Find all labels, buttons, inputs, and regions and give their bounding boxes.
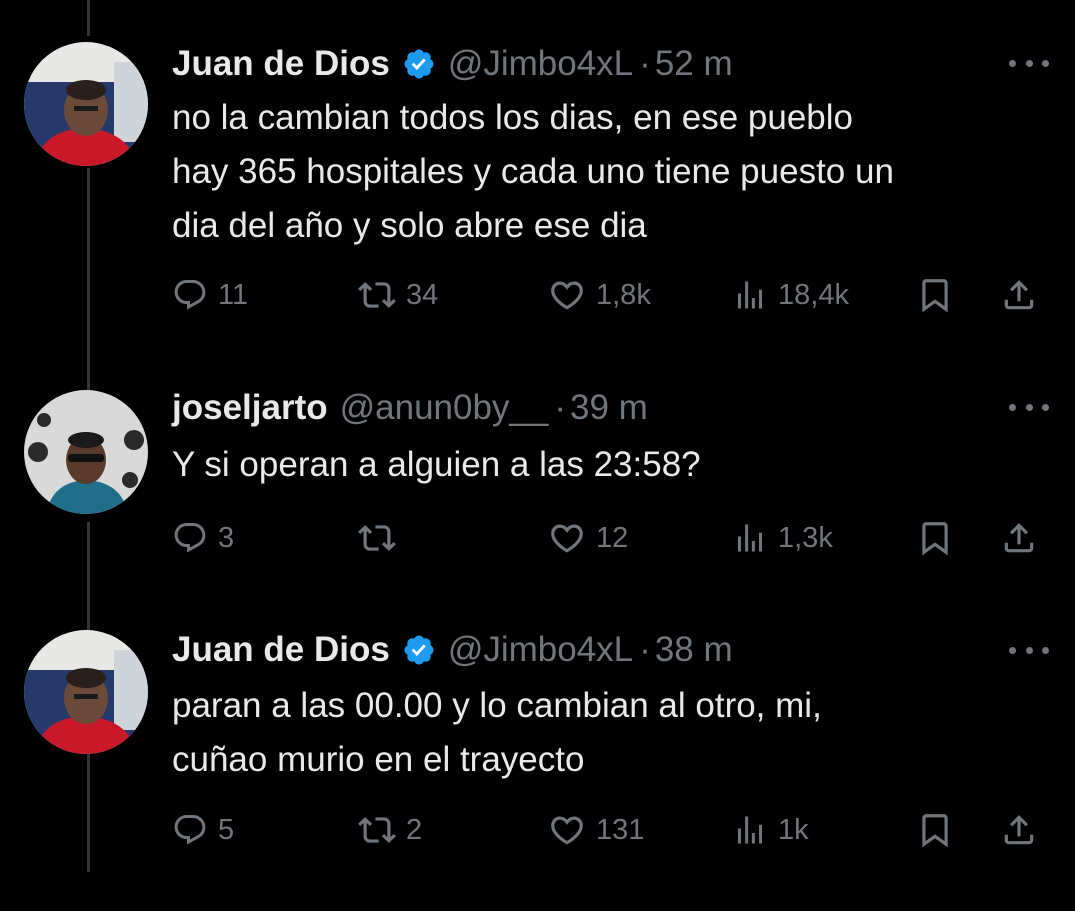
retweet-icon (358, 282, 396, 308)
author-name[interactable]: Juan de Dios (172, 44, 390, 84)
tweet-text-line: no la cambian todos los dias, en ese pue… (172, 98, 854, 137)
timestamp[interactable]: 39 m (570, 388, 648, 428)
tweet-text-line: Y si operan a alguien a las 23:58? (172, 445, 701, 484)
timestamp[interactable]: 52 m (655, 44, 733, 84)
reply-count: 11 (218, 278, 249, 311)
share-icon (1004, 815, 1034, 845)
heart-icon (551, 816, 583, 845)
verified-badge-icon (402, 47, 436, 81)
separator: · (639, 44, 651, 83)
tweet-text-line: paran a las 00.00 y lo cambian al otro, … (172, 686, 822, 725)
tweet-text-line: hay 365 hospitales y cada uno tiene pues… (172, 152, 894, 191)
author-name[interactable]: Juan de Dios (172, 630, 390, 670)
retweet-button[interactable]: 2 (358, 805, 422, 855)
views-count: 18,4k (778, 278, 849, 311)
avatar[interactable] (24, 630, 148, 754)
author-handle[interactable]: @Jimbo4xL (448, 44, 633, 84)
bookmark-button[interactable] (916, 805, 954, 855)
bookmark-icon (922, 522, 948, 556)
separator: · (554, 388, 567, 427)
share-icon (1004, 280, 1034, 310)
reply-button[interactable]: 11 (172, 270, 248, 320)
like-count: 12 (596, 521, 629, 554)
retweet-button[interactable] (358, 513, 406, 563)
heart-icon (551, 524, 583, 553)
timestamp[interactable]: 38 m (655, 630, 733, 670)
retweet-count: 34 (406, 278, 439, 311)
views-count: 1,3k (778, 521, 833, 554)
views-button[interactable]: 1,3k (732, 513, 833, 563)
tweet-text-line: dia del año y solo abre ese dia (172, 206, 647, 245)
author-name[interactable]: joseljarto (172, 388, 328, 428)
bookmark-button[interactable] (916, 270, 954, 320)
share-button[interactable] (1000, 805, 1038, 855)
more-icon[interactable] (1009, 401, 1049, 413)
share-button[interactable] (1000, 270, 1038, 320)
avatar[interactable] (24, 42, 148, 166)
like-button[interactable]: 131 (548, 805, 644, 855)
share-icon (1004, 523, 1034, 553)
retweet-button[interactable]: 34 (358, 270, 438, 320)
reply-count: 3 (218, 521, 235, 554)
like-count: 131 (596, 813, 645, 846)
tweet-actions: 5 2 131 1k (172, 805, 1052, 855)
bookmark-button[interactable] (916, 513, 954, 563)
tweet-header: joseljarto @anun0by__ · 39 m (172, 388, 648, 428)
views-icon (738, 281, 762, 309)
reply-button[interactable]: 5 (172, 805, 234, 855)
bookmark-icon (922, 279, 948, 313)
tweet[interactable]: joseljarto @anun0by__ · 39 m Y si operan… (0, 360, 1075, 600)
tweet-text: no la cambian todos los dias, en ese pue… (172, 91, 1052, 253)
reply-icon (174, 815, 206, 845)
reply-count: 5 (218, 813, 235, 846)
retweet-count: 2 (406, 813, 423, 846)
share-button[interactable] (1000, 513, 1038, 563)
heart-icon (551, 281, 583, 310)
tweet-actions: 11 34 1,8k 18,4k (172, 270, 1052, 320)
bookmark-icon (922, 814, 948, 848)
like-count: 1,8k (596, 278, 651, 311)
reply-icon (174, 523, 206, 553)
tweet-header: Juan de Dios @Jimbo4xL · 52 m (172, 44, 733, 84)
views-icon (738, 816, 762, 844)
tweet-text: Y si operan a alguien a las 23:58? (172, 438, 1052, 492)
more-icon[interactable] (1009, 644, 1049, 656)
like-button[interactable]: 1,8k (548, 270, 651, 320)
reply-button[interactable]: 3 (172, 513, 234, 563)
views-button[interactable]: 1k (732, 805, 809, 855)
avatar[interactable] (24, 390, 148, 514)
tweet-actions: 3 12 1,3k (172, 513, 1052, 563)
tweet-text-line: cuñao murio en el trayecto (172, 740, 585, 779)
views-count: 1k (778, 813, 809, 846)
reply-icon (174, 280, 206, 310)
views-icon (738, 524, 762, 552)
author-handle[interactable]: @Jimbo4xL (448, 630, 633, 670)
views-button[interactable]: 18,4k (732, 270, 849, 320)
retweet-icon (358, 817, 396, 843)
tweet[interactable]: Juan de Dios @Jimbo4xL · 38 m paran a la… (0, 600, 1075, 911)
verified-badge-icon (402, 633, 436, 667)
author-handle[interactable]: @anun0by__ (340, 388, 549, 428)
separator: · (639, 630, 651, 669)
retweet-icon (358, 525, 396, 551)
more-icon[interactable] (1009, 57, 1049, 69)
tweet-header: Juan de Dios @Jimbo4xL · 38 m (172, 630, 733, 670)
tweet-text: paran a las 00.00 y lo cambian al otro, … (172, 679, 1052, 787)
tweet[interactable]: Juan de Dios @Jimbo4xL · 52 m no la camb… (0, 0, 1075, 360)
like-button[interactable]: 12 (548, 513, 628, 563)
